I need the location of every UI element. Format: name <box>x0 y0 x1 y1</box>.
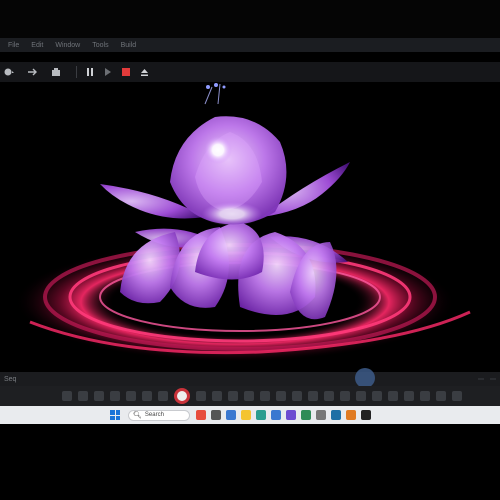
control-button[interactable] <box>340 391 350 401</box>
control-button[interactable] <box>260 391 270 401</box>
taskbar-apps <box>196 410 376 420</box>
glow-core <box>204 136 232 164</box>
menu-item-window[interactable]: Window <box>55 42 80 49</box>
bottom-letterbox <box>0 424 500 500</box>
media-controls <box>0 386 500 406</box>
control-button[interactable] <box>452 391 462 401</box>
stop-icon[interactable] <box>119 66 133 78</box>
control-button[interactable] <box>142 391 152 401</box>
control-button[interactable] <box>308 391 318 401</box>
windows-start-icon[interactable] <box>110 410 120 420</box>
control-button[interactable] <box>228 391 238 401</box>
menu-bar: File Edit Window Tools Build <box>0 38 500 52</box>
control-button[interactable] <box>372 391 382 401</box>
control-button[interactable] <box>158 391 168 401</box>
control-button[interactable] <box>94 391 104 401</box>
control-button[interactable] <box>244 391 254 401</box>
control-button[interactable] <box>388 391 398 401</box>
taskbar-app-icon[interactable] <box>316 410 326 420</box>
menu-item-edit[interactable]: Edit <box>31 42 43 49</box>
taskbar-app-icon[interactable] <box>361 410 371 420</box>
control-button[interactable] <box>212 391 222 401</box>
taskbar-search[interactable]: 🔍︎ Search <box>128 409 190 421</box>
toolbar-separator <box>76 66 77 78</box>
menu-item-build[interactable]: Build <box>121 42 137 49</box>
taskbar-app-icon[interactable] <box>241 410 251 420</box>
build-icon[interactable] <box>50 66 64 78</box>
timeline-tabs <box>478 378 496 380</box>
search-label: Search <box>144 412 164 418</box>
windows-taskbar: 🔍︎ Search <box>0 406 500 424</box>
timeline-tab-1[interactable] <box>478 378 484 380</box>
control-button[interactable] <box>420 391 430 401</box>
camera-mode-icon[interactable] <box>2 66 16 78</box>
scene-viewport[interactable] <box>0 82 500 372</box>
control-button[interactable] <box>126 391 136 401</box>
menu-item-file[interactable]: File <box>8 42 19 49</box>
control-button[interactable] <box>436 391 446 401</box>
taskbar-app-icon[interactable] <box>196 410 206 420</box>
menu-item-tools[interactable]: Tools <box>92 42 108 49</box>
control-button[interactable] <box>404 391 414 401</box>
timeline-tab-2[interactable] <box>490 378 496 380</box>
taskbar-app-icon[interactable] <box>271 410 281 420</box>
control-button[interactable] <box>276 391 286 401</box>
editor-toolbar <box>0 62 500 82</box>
pause-icon[interactable] <box>83 66 97 78</box>
play-button[interactable] <box>174 388 190 404</box>
taskbar-app-icon[interactable] <box>286 410 296 420</box>
taskbar-app-icon[interactable] <box>331 410 341 420</box>
control-button[interactable] <box>62 391 72 401</box>
play-icon[interactable] <box>101 66 115 78</box>
control-button[interactable] <box>356 391 366 401</box>
timeline-label: Seq <box>4 375 17 383</box>
lotus-scene-render <box>15 83 471 362</box>
play-icon <box>177 391 187 401</box>
taskbar-app-icon[interactable] <box>226 410 236 420</box>
playhead-handle[interactable] <box>355 368 375 388</box>
taskbar-app-icon[interactable] <box>301 410 311 420</box>
taskbar-app-icon[interactable] <box>346 410 356 420</box>
search-icon: 🔍︎ <box>133 412 142 419</box>
eject-icon[interactable] <box>137 66 151 78</box>
taskbar-app-icon[interactable] <box>211 410 221 420</box>
control-button[interactable] <box>110 391 120 401</box>
control-button[interactable] <box>78 391 88 401</box>
control-button[interactable] <box>292 391 302 401</box>
taskbar-app-icon[interactable] <box>256 410 266 420</box>
control-button[interactable] <box>324 391 334 401</box>
control-button[interactable] <box>196 391 206 401</box>
transform-icon[interactable] <box>26 66 40 78</box>
top-letterbox <box>0 0 500 38</box>
timeline-bar[interactable]: Seq <box>0 372 500 386</box>
